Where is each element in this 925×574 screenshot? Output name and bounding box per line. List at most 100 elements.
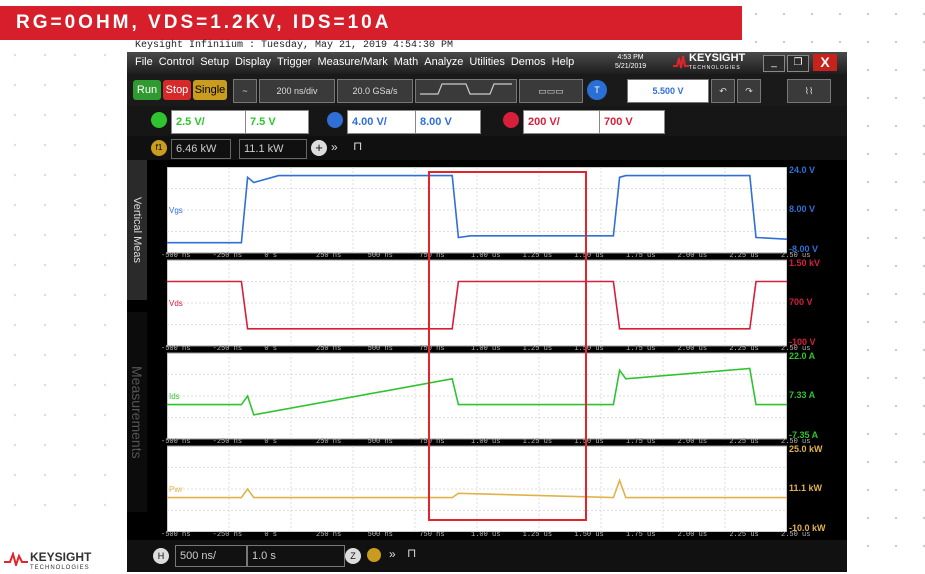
time-tick-label: 0 s (264, 531, 277, 539)
time-tick-label: 2.25 us (729, 531, 759, 539)
toolbar: Run Stop Single ~ 200 ns/div 20.0 GSa/s … (127, 74, 847, 106)
trace-label-ids: Ids (169, 392, 180, 401)
time-tick-label: 0 s (264, 438, 277, 446)
acquisition-readout[interactable]: ▭▭▭ (519, 79, 583, 103)
time-tick-label: 1.75 us (626, 345, 656, 353)
channel-2-indicator[interactable] (327, 112, 343, 128)
brand-logo: KEYSIGHT TECHNOLOGIES (689, 53, 745, 73)
scale-vgs-scale_top: 24.0 V (789, 165, 816, 175)
time-tick-label: 250 ns (316, 531, 342, 539)
more-chevron-icon[interactable]: » (331, 140, 338, 154)
zoom-indicator[interactable]: Z (345, 548, 361, 564)
time-tick-label: 2.00 us (677, 252, 708, 260)
clock-date: 5/21/2019 (615, 63, 647, 70)
single-button[interactable]: Single (193, 80, 227, 100)
sample-rate-readout[interactable]: 20.0 GSa/s (337, 79, 413, 103)
title-bar: File Control Setup Display Trigger Measu… (127, 52, 847, 74)
autoscale-icon[interactable]: ~ (233, 79, 257, 103)
channel-4-offset[interactable]: 700 V (599, 110, 665, 134)
clock: 4:53 PM 5/21/2019 (615, 53, 646, 71)
channel-4-scale[interactable]: 200 V/ (523, 110, 603, 134)
add-function-icon[interactable]: + (311, 140, 327, 156)
run-button[interactable]: Run (133, 80, 161, 100)
scale-power-scale_mid: 11.1 kW (789, 482, 823, 493)
time-tick-label: 2.50 us (781, 531, 811, 539)
trigger-level[interactable]: 5.500 V (627, 79, 709, 103)
time-tick-label: -500 ns (161, 438, 191, 446)
time-tick-label: -250 ns (212, 531, 243, 539)
autoscale-button[interactable]: ⌇⌇ (787, 79, 831, 103)
vertical-meas-tab[interactable]: Vertical Meas (127, 160, 147, 300)
marker-icon[interactable]: ⊓ (407, 546, 416, 560)
menu-bar: File Control Setup Display Trigger Measu… (135, 56, 574, 68)
menu-trigger[interactable]: Trigger (277, 56, 311, 68)
horizontal-indicator[interactable]: H (153, 548, 169, 564)
time-tick-label: -500 ns (161, 531, 191, 539)
minimize-button[interactable]: _ (763, 55, 785, 72)
menu-analyze[interactable]: Analyze (424, 56, 463, 68)
logo-name: KEYSIGHT (30, 550, 92, 564)
channel-2-scale[interactable]: 4.00 V/ (347, 110, 419, 134)
menu-control[interactable]: Control (159, 56, 194, 68)
close-button[interactable]: X (813, 54, 837, 71)
timebase-readout[interactable]: 200 ns/div (259, 79, 335, 103)
keysight-wave-icon (673, 55, 689, 69)
waveform-preview-icon (420, 83, 512, 95)
channel-1-scale[interactable]: 2.5 V/ (171, 110, 249, 134)
stop-button[interactable]: Stop (163, 80, 191, 100)
time-tick-label: 500 ns (367, 531, 393, 539)
highlight-box (428, 171, 587, 521)
horizontal-position[interactable]: 1.0 s (247, 545, 345, 567)
marker-icon[interactable]: ⊓ (353, 139, 362, 153)
time-tick-label: 250 ns (316, 438, 342, 446)
scale-vds-scale_mid: 700 V (789, 296, 813, 307)
time-tick-label: -250 ns (212, 345, 243, 353)
trace-label-power: Pwr (169, 485, 183, 494)
menu-demos[interactable]: Demos (511, 56, 546, 68)
math-bar: f1 6.46 kW 11.1 kW + » ⊓ (127, 136, 847, 160)
trace-label-vds: Vds (169, 299, 183, 308)
menu-math[interactable]: Math (394, 56, 418, 68)
menu-help[interactable]: Help (552, 56, 575, 68)
channel-4-indicator[interactable] (503, 112, 519, 128)
time-tick-label: 500 ns (367, 345, 393, 353)
time-tick-label: 500 ns (367, 252, 393, 260)
scale-ids-scale_mid: 7.33 A (789, 389, 816, 400)
time-tick-label: -250 ns (212, 252, 243, 260)
menu-setup[interactable]: Setup (200, 56, 229, 68)
time-tick-label: 250 ns (316, 252, 342, 260)
horizontal-scale[interactable]: 500 ns/ (175, 545, 247, 567)
channel-1-offset[interactable]: 7.5 V (245, 110, 309, 134)
channel-1-indicator[interactable] (151, 112, 167, 128)
time-tick-label: 2.50 us (781, 438, 811, 446)
channel-bar: 2.5 V/ 7.5 V 4.00 V/ 8.00 V 200 V/ 700 V (127, 106, 847, 136)
time-tick-label: 1.75 us (626, 438, 656, 446)
math-value-2[interactable]: 11.1 kW (239, 139, 307, 159)
time-tick-label: 1.75 us (626, 252, 656, 260)
redo-icon[interactable]: ↷ (737, 79, 761, 103)
waveform-preview[interactable] (415, 79, 517, 103)
time-tick-label: -500 ns (161, 345, 191, 353)
time-tick-label: 1.50 us (574, 531, 604, 539)
time-tick-label: 2.25 us (729, 252, 759, 260)
channel-2-offset[interactable]: 8.00 V (415, 110, 481, 134)
undo-icon[interactable]: ↶ (711, 79, 735, 103)
math-value-1[interactable]: 6.46 kW (171, 139, 231, 159)
trace-label-vgs: Vgs (169, 206, 183, 215)
menu-measure[interactable]: Measure/Mark (317, 56, 387, 68)
menu-display[interactable]: Display (235, 56, 271, 68)
math-function-indicator[interactable]: f1 (151, 140, 167, 156)
time-tick-label: 1.00 us (471, 531, 501, 539)
menu-utilities[interactable]: Utilities (469, 56, 504, 68)
more-chevron-icon[interactable]: » (389, 547, 396, 561)
zoom-knob-icon[interactable] (367, 548, 381, 562)
time-tick-label: 2.00 us (677, 345, 708, 353)
menu-file[interactable]: File (135, 56, 153, 68)
time-tick-label: 2.50 us (781, 345, 811, 353)
time-tick-label: -500 ns (161, 252, 191, 260)
time-tick-label: 1.75 us (626, 531, 656, 539)
restore-button[interactable]: ❐ (787, 55, 809, 72)
trigger-icon[interactable]: T (587, 80, 607, 100)
measurements-tab[interactable]: Measurements (127, 312, 147, 512)
time-tick-label: 750 ns (419, 531, 445, 539)
